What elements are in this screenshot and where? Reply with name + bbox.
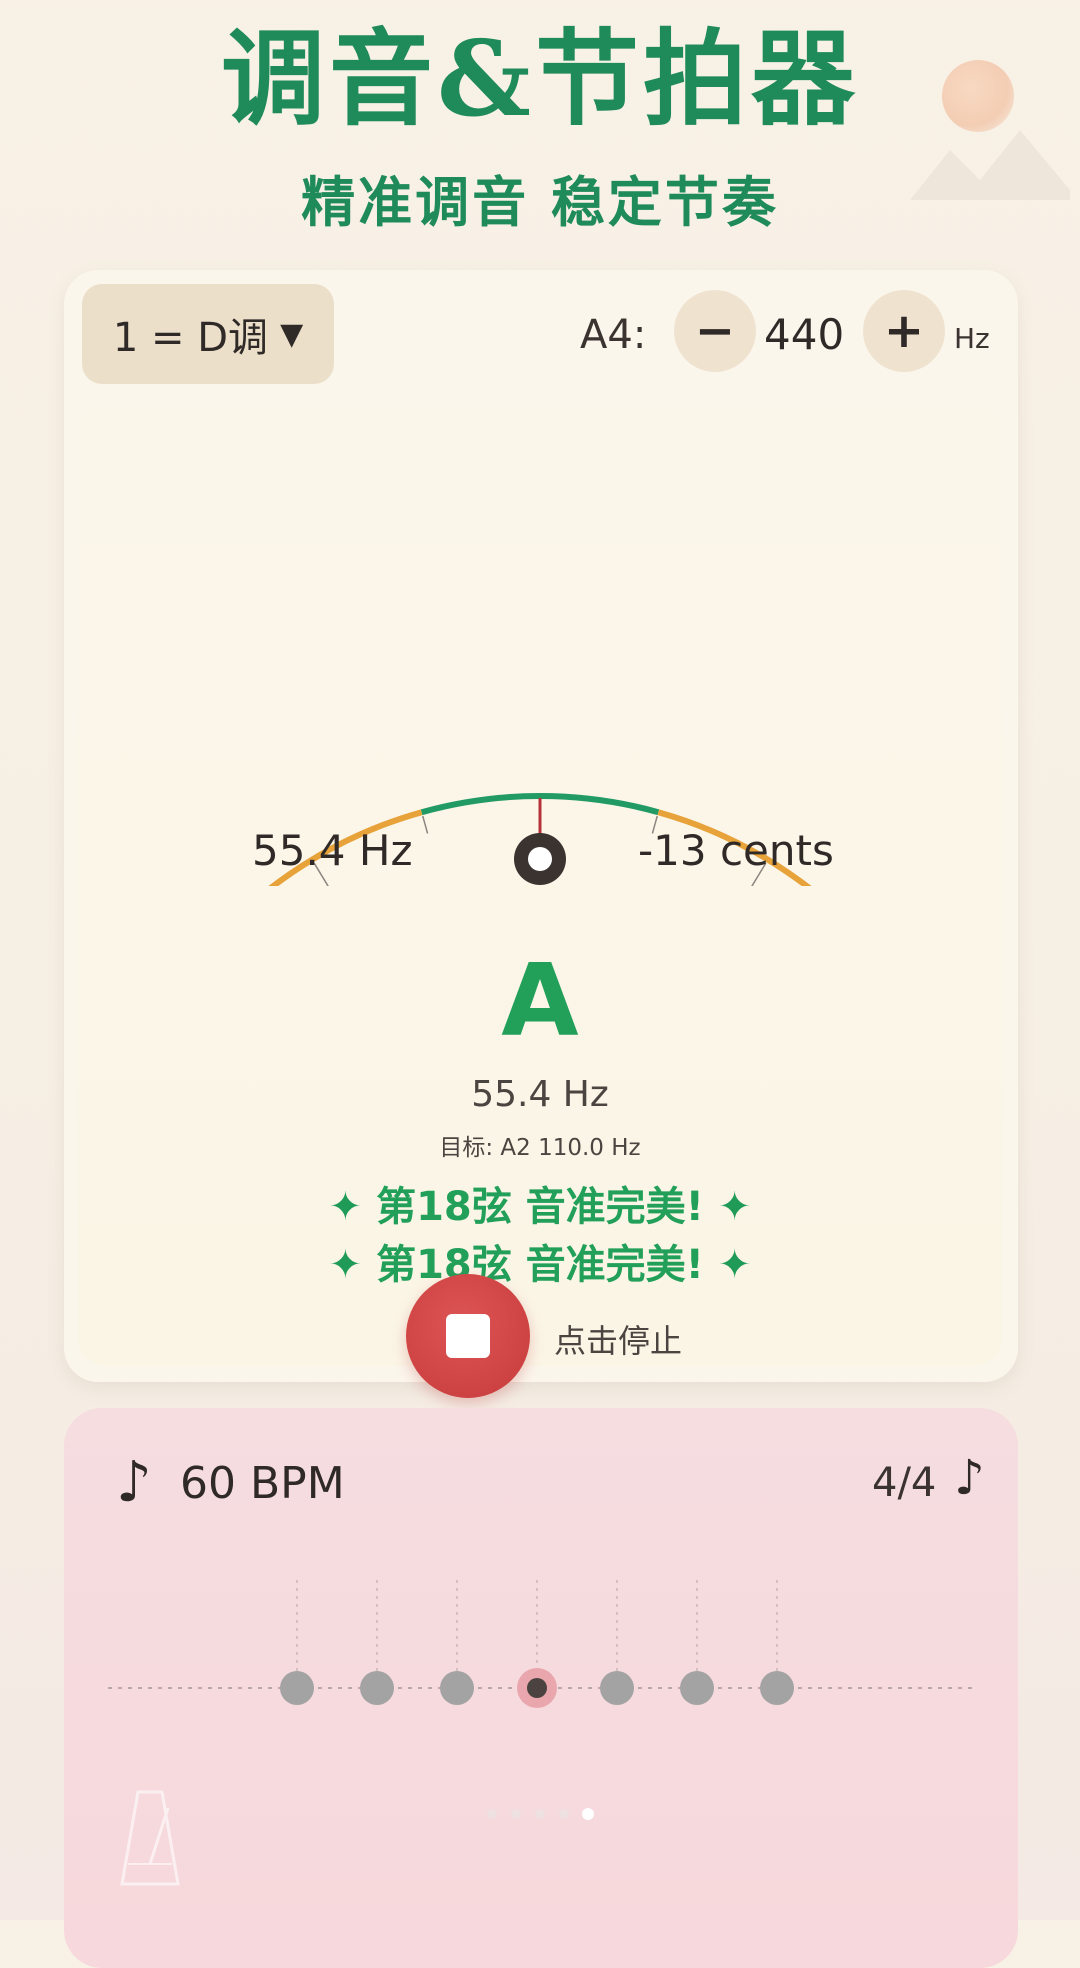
dropdown-arrow-icon: ▼: [280, 316, 304, 352]
perfect-message: ✦ 第18弦 音准完美! ✦: [78, 1174, 1002, 1232]
beat-dot: [600, 1671, 634, 1705]
page-title: 调音&节拍器: [221, 17, 859, 140]
stop-button[interactable]: [406, 1274, 530, 1398]
tuning-gauge: -40-202040: [268, 793, 812, 886]
sparkle-icon: ✦: [328, 1184, 363, 1230]
metronome-icon: [120, 1790, 180, 1886]
key-select-dropdown[interactable]: 1 = D调 ▼: [82, 284, 334, 384]
beat-dot-active-core: [527, 1678, 547, 1698]
page-dot: [535, 1809, 545, 1819]
beat-dot: [680, 1671, 714, 1705]
gauge-tick: [422, 815, 429, 834]
page-dot: [487, 1809, 497, 1819]
perfect-message-text: 第18弦 音准完美!: [376, 1184, 704, 1230]
perfect-message: ✦ 第18弦 音准完美! ✦: [78, 1232, 1002, 1290]
perfect-message-text: 第18弦 音准完美!: [376, 1242, 704, 1288]
note-frequency: 55.4 Hz: [471, 1074, 609, 1115]
a4-label: A4:: [580, 312, 647, 358]
page-dot: [582, 1808, 594, 1820]
a4-decrease-button[interactable]: −: [674, 290, 756, 372]
page-dot: [511, 1809, 521, 1819]
needle-hub: [514, 833, 566, 885]
tuner-gauge-panel: -40-202040 55.4 Hz -13 cents A 55.4 Hz 目…: [78, 406, 1002, 1398]
key-select-label: 1 = D调: [112, 315, 269, 361]
sparkle-icon: ✦: [717, 1184, 752, 1230]
detected-frequency: 55.4 Hz: [252, 826, 413, 875]
page-subtitle: 精准调音 稳定节奏: [301, 170, 779, 234]
stop-label: 点击停止: [554, 1322, 683, 1360]
hz-unit-label: Hz: [954, 322, 990, 355]
beat-track: [108, 1580, 974, 1820]
stop-icon: [446, 1314, 490, 1358]
beat-dot: [280, 1671, 314, 1705]
detected-note: A: [501, 942, 579, 1059]
tuner-card: 1 = D调 ▼ A4: − 440 + Hz -40-202040 55.4 …: [64, 270, 1018, 1398]
beat-dot: [360, 1671, 394, 1705]
a4-value: 440: [764, 310, 845, 359]
beat-dot: [440, 1671, 474, 1705]
sparkle-icon: ✦: [717, 1242, 752, 1288]
target-note-text: 目标: A2 110.0 Hz: [439, 1135, 641, 1161]
metronome-card: ♪ 60 BPM 4/4 ♪: [64, 1408, 1018, 1968]
page-dot: [559, 1809, 569, 1819]
cents-offset: -13 cents: [638, 826, 834, 875]
a4-increase-button[interactable]: +: [863, 290, 945, 372]
beat-dot: [760, 1671, 794, 1705]
sparkle-icon: ✦: [328, 1242, 363, 1288]
